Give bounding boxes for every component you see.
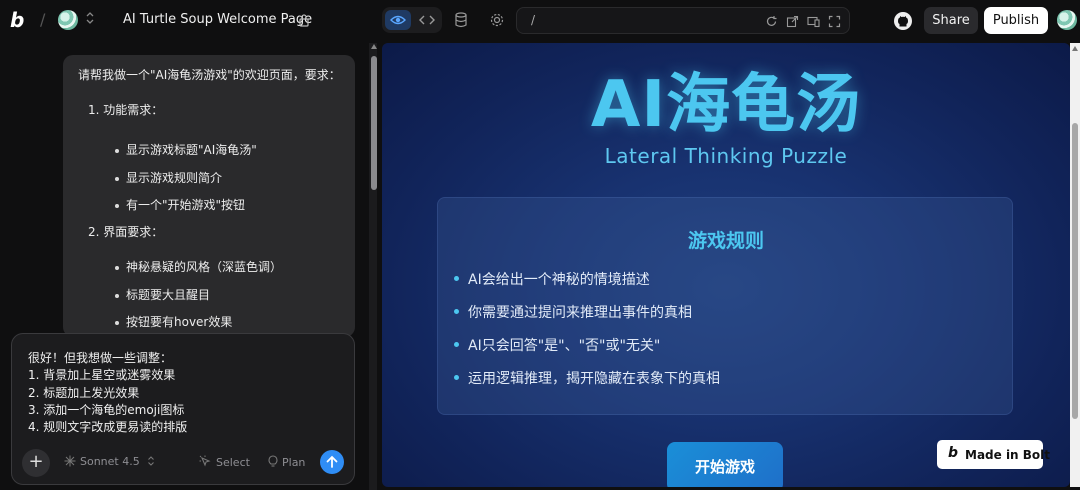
select-label: Select bbox=[216, 456, 250, 469]
rule-item: AI只会回答"是"、"否"或"无关" bbox=[454, 335, 661, 355]
project-avatar[interactable] bbox=[58, 10, 78, 30]
made-in-bolt-badge[interactable]: b Made in Bolt bbox=[937, 440, 1050, 469]
bolt-badge-logo-icon: b bbox=[948, 445, 959, 461]
rule-bullet bbox=[454, 276, 459, 281]
url-actions bbox=[765, 13, 841, 29]
message-line: 1. 功能需求： bbox=[88, 103, 164, 117]
breadcrumb-separator: / bbox=[40, 10, 46, 29]
select-button[interactable]: Select bbox=[199, 455, 250, 469]
model-selector[interactable]: Sonnet 4.5 bbox=[64, 455, 155, 468]
model-sparkle-icon bbox=[64, 455, 76, 467]
send-button[interactable] bbox=[320, 450, 344, 474]
game-subtitle: Lateral Thinking Puzzle bbox=[604, 144, 848, 168]
bullet-dot bbox=[115, 294, 119, 298]
code-view-icon[interactable] bbox=[415, 10, 439, 30]
top-bar: b / AI Turtle Soup Welcome Page / Share … bbox=[0, 0, 1080, 40]
device-preview-icon[interactable] bbox=[807, 13, 820, 28]
bullet-dot bbox=[115, 266, 119, 270]
select-cursor-icon bbox=[199, 455, 216, 469]
preview-scroll-up-arrow-icon[interactable] bbox=[1072, 46, 1078, 51]
add-attachment-button[interactable]: + bbox=[22, 449, 50, 477]
lightbulb-icon bbox=[268, 455, 282, 469]
chat-composer[interactable]: 很好！但我想做一些调整： 1. 背景加上星空或迷雾效果 2. 标题加上发光效果 … bbox=[11, 333, 355, 485]
bullet-dot bbox=[115, 204, 119, 208]
model-label: Sonnet 4.5 bbox=[80, 455, 140, 468]
arrow-up-icon bbox=[320, 455, 344, 478]
rule-bullet bbox=[454, 342, 459, 347]
rules-card: 游戏规则 AI会给出一个神秘的情境描述 你需要通过提问来推理出事件的真相 AI只… bbox=[437, 197, 1013, 415]
start-game-button[interactable]: 开始游戏 bbox=[667, 442, 783, 487]
rule-bullet bbox=[454, 375, 459, 380]
rule-text: 运用逻辑推理，揭开隐藏在表象下的真相 bbox=[468, 371, 720, 387]
badge-label: Made in Bolt bbox=[965, 448, 1051, 462]
settings-gear-icon[interactable] bbox=[488, 10, 506, 30]
bullet-dot bbox=[115, 149, 119, 153]
lock-icon bbox=[299, 12, 309, 27]
message-line: 标题要大且醒目 bbox=[126, 288, 211, 302]
project-switcher-icon[interactable] bbox=[86, 11, 94, 26]
message-line: 有一个"开始游戏"按钮 bbox=[126, 198, 246, 212]
view-toggle bbox=[382, 7, 442, 33]
composer-input[interactable]: 很好！但我想做一些调整： 1. 背景加上星空或迷雾效果 2. 标题加上发光效果 … bbox=[28, 350, 187, 436]
game-title: AI海龟汤 bbox=[590, 68, 862, 142]
rule-bullet bbox=[454, 309, 459, 314]
message-line: 按钮要有hover效果 bbox=[126, 315, 233, 329]
open-new-tab-icon[interactable] bbox=[786, 13, 799, 28]
plan-button[interactable]: Plan bbox=[268, 455, 305, 469]
rule-item: 你需要通过提问来推理出事件的真相 bbox=[454, 302, 692, 322]
message-line: 2. 界面要求： bbox=[88, 225, 164, 239]
bullet-dot bbox=[115, 177, 119, 181]
chat-scrollbar-thumb[interactable] bbox=[371, 56, 377, 190]
rule-text: 你需要通过提问来推理出事件的真相 bbox=[468, 305, 692, 321]
rule-text: AI只会回答"是"、"否"或"无关" bbox=[468, 338, 661, 354]
app-preview: AI海龟汤 Lateral Thinking Puzzle 游戏规则 AI会给出… bbox=[382, 43, 1070, 487]
publish-button[interactable]: Publish bbox=[984, 7, 1048, 34]
share-button[interactable]: Share bbox=[924, 7, 978, 34]
message-line: 请帮我做一个"AI海龟汤游戏"的欢迎页面，要求： bbox=[78, 68, 341, 82]
preview-scrollbar-thumb[interactable] bbox=[1072, 123, 1078, 419]
rules-title: 游戏规则 bbox=[687, 230, 764, 252]
model-chevron-icon bbox=[143, 455, 155, 468]
reload-icon[interactable] bbox=[765, 13, 778, 26]
fullscreen-icon[interactable] bbox=[828, 13, 841, 28]
message-line: 神秘悬疑的风格（深蓝色调） bbox=[126, 260, 283, 274]
user-message-bubble: 请帮我做一个"AI海龟汤游戏"的欢迎页面，要求： 1. 功能需求： 显示游戏标题… bbox=[63, 55, 355, 337]
project-title[interactable]: AI Turtle Soup Welcome Page bbox=[123, 12, 312, 27]
message-line: 显示游戏规则简介 bbox=[126, 171, 223, 185]
message-line: 显示游戏标题"AI海龟汤" bbox=[126, 143, 257, 157]
rule-item: AI会给出一个神秘的情境描述 bbox=[454, 269, 650, 289]
database-icon[interactable] bbox=[452, 10, 470, 30]
bullet-dot bbox=[115, 321, 119, 325]
rule-text: AI会给出一个神秘的情境描述 bbox=[468, 272, 650, 288]
preview-eye-icon[interactable] bbox=[385, 10, 411, 30]
url-text: / bbox=[531, 13, 536, 27]
user-avatar[interactable] bbox=[1057, 10, 1077, 30]
bolt-logo[interactable]: b bbox=[10, 9, 32, 31]
rule-item: 运用逻辑推理，揭开隐藏在表象下的真相 bbox=[454, 368, 720, 388]
preview-url-bar[interactable]: / bbox=[516, 7, 850, 34]
plan-label: Plan bbox=[282, 456, 306, 469]
github-icon[interactable] bbox=[892, 10, 914, 32]
scroll-up-arrow-icon[interactable] bbox=[371, 44, 377, 49]
